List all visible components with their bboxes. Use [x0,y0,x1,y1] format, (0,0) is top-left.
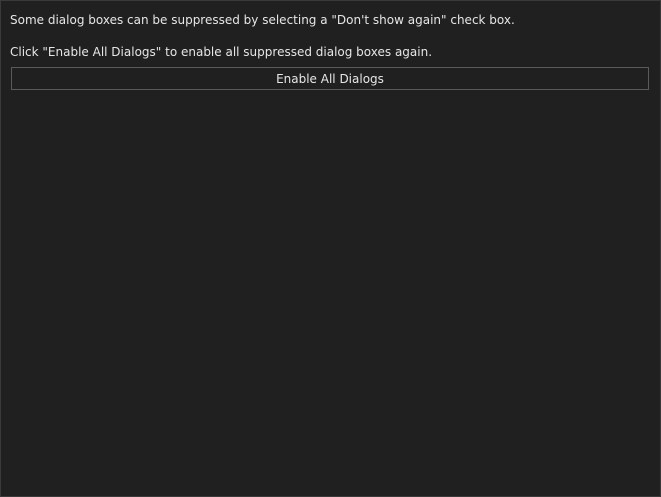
enable-all-dialogs-label: Enable All Dialogs [276,71,384,86]
suppress-info-text: Some dialog boxes can be suppressed by s… [10,13,515,27]
dialog-settings-pane: Some dialog boxes can be suppressed by s… [0,0,661,497]
enable-instructions-text: Click "Enable All Dialogs" to enable all… [10,45,433,59]
enable-all-dialogs-button[interactable]: Enable All Dialogs [11,67,649,90]
